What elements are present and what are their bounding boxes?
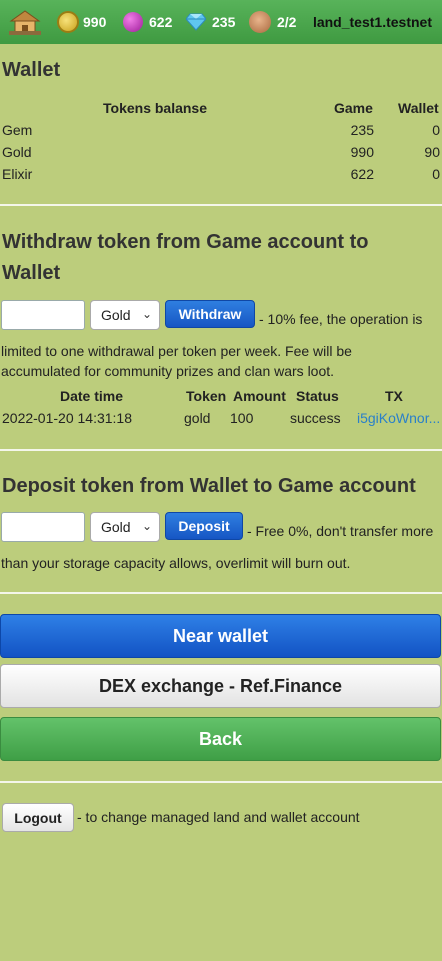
deposit-token-select[interactable]: Gold ⌄ [90, 512, 160, 542]
col-tx: TX [385, 388, 403, 404]
deposit-token-selected: Gold [101, 519, 131, 535]
col-date-time: Date time [60, 388, 124, 404]
worker-icon [249, 11, 271, 33]
col-tokens-balance: Tokens balanse [103, 100, 208, 116]
divider [0, 449, 442, 451]
history-amount: 100 [230, 410, 254, 426]
gems-counter: 235 [186, 0, 235, 44]
withdraw-note-line2: limited to one withdrawal per token per … [1, 343, 352, 359]
game-balance: 622 [350, 166, 374, 182]
coin-icon [57, 11, 79, 33]
withdraw-amount-input[interactable] [1, 300, 85, 330]
token-name: Elixir [2, 166, 33, 182]
deposit-note-line1: - Free 0%, don't transfer more [247, 523, 434, 539]
near-wallet-button[interactable]: Near wallet [0, 614, 441, 658]
history-datetime: 2022-01-20 14:31:18 [2, 410, 132, 426]
deposit-button[interactable]: Deposit [165, 512, 243, 540]
coins-value: 990 [83, 14, 107, 30]
dex-exchange-button[interactable]: DEX exchange - Ref.Finance [0, 664, 441, 708]
withdraw-note-line3: accumulated for community prizes and cla… [1, 363, 335, 379]
game-balance: 990 [350, 144, 374, 160]
withdraw-button[interactable]: Withdraw [165, 300, 255, 328]
withdraw-title-line1: Withdraw token from Game account to [2, 231, 369, 253]
back-button[interactable]: Back [0, 717, 441, 761]
divider [0, 592, 442, 594]
token-name: Gold [2, 144, 32, 160]
elixir-icon [123, 12, 143, 32]
divider [0, 204, 442, 206]
withdraw-title-line2: Wallet [2, 262, 61, 284]
workers-counter: 2/2 [249, 0, 296, 44]
deposit-note-line2: than your storage capacity allows, overl… [1, 555, 351, 571]
col-game: Game [334, 100, 373, 116]
divider [0, 781, 442, 783]
chevron-down-icon: ⌄ [142, 307, 153, 321]
wallet-title: Wallet [2, 59, 61, 81]
logout-note: - to change managed land and wallet acco… [77, 809, 360, 825]
elixir-counter: 622 [123, 0, 172, 44]
col-status: Status [296, 388, 339, 404]
logout-button[interactable]: Logout [2, 803, 74, 832]
withdraw-note-line1: - 10% fee, the operation is [259, 311, 423, 327]
withdraw-token-selected: Gold [101, 307, 131, 323]
workers-value: 2/2 [277, 14, 297, 30]
col-amount: Amount [233, 388, 286, 404]
chevron-down-icon: ⌄ [142, 519, 153, 533]
wallet-balance: 0 [432, 122, 440, 138]
deposit-title: Deposit token from Wallet to Game accoun… [2, 475, 416, 497]
withdraw-token-select[interactable]: Gold ⌄ [90, 300, 160, 330]
token-name: Gem [2, 122, 33, 138]
game-balance: 235 [350, 122, 374, 138]
wallet-balance: 90 [424, 144, 440, 160]
top-bar: 990 622 235 2/2 land_test1.testnet [0, 0, 442, 44]
wallet-balance: 0 [432, 166, 440, 182]
coins-counter: 990 [57, 0, 106, 44]
account-name[interactable]: land_test1.testnet [313, 0, 432, 44]
gem-icon [186, 13, 206, 31]
col-token: Token [186, 388, 227, 404]
history-tx-link[interactable]: i5giKoWnor... [357, 410, 440, 426]
col-wallet: Wallet [398, 100, 439, 116]
house-icon[interactable] [9, 9, 41, 35]
elixir-value: 622 [149, 14, 173, 30]
deposit-amount-input[interactable] [1, 512, 85, 542]
history-status: success [290, 410, 341, 426]
gems-value: 235 [212, 14, 236, 30]
history-token: gold [184, 410, 211, 426]
